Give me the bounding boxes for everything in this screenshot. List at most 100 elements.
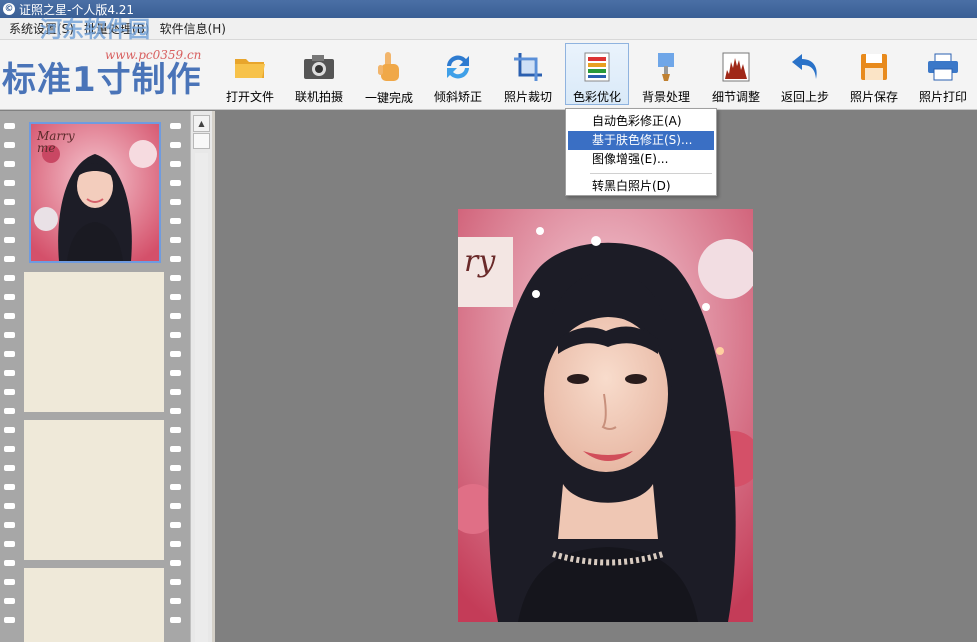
film-sprocket-hole: [4, 199, 15, 205]
film-sprocket-hole: [170, 503, 181, 509]
toolbar: 河东软件园 www.pc0359.cn 标准1寸制作 打开文件 联机拍摄 一键完…: [0, 18, 977, 110]
undo-arrow-icon: [789, 51, 821, 82]
menu-item-enhance[interactable]: 图像增强(E)...: [568, 150, 714, 169]
hand-pointer-icon: [373, 51, 405, 83]
photo-background-text: ry: [464, 244, 496, 279]
film-sprocket-hole: [4, 503, 15, 509]
thumbnail-caption: Marry me: [37, 129, 75, 155]
film-sprocket-hole: [170, 142, 181, 148]
color-optimize-menu: 自动色彩修正(A) 基于肤色修正(S)... 图像增强(E)... 转黑白照片(…: [565, 108, 717, 196]
color-optimize-button[interactable]: 色彩优化: [565, 43, 629, 105]
color-bars-icon: [581, 52, 613, 82]
film-sprocket-hole: [4, 180, 15, 186]
menu-item-skin-tone[interactable]: 基于肤色修正(S)...: [568, 131, 714, 150]
scroll-thumb[interactable]: [193, 133, 210, 149]
film-sprocket-hole: [170, 427, 181, 433]
save-photo-button[interactable]: 照片保存: [842, 43, 906, 105]
main-photo[interactable]: ry: [458, 209, 753, 622]
film-sprocket-hole: [4, 427, 15, 433]
film-sprocket-hole: [4, 161, 15, 167]
thumbnail-selected[interactable]: Marry me: [29, 122, 161, 263]
thumbnail-empty-3[interactable]: [24, 568, 164, 642]
detail-adjust-button[interactable]: 细节调整: [704, 43, 768, 105]
color-optimize-label: 色彩优化: [572, 90, 621, 104]
film-sprocket-hole: [4, 598, 15, 604]
film-sprocket-hole: [4, 275, 15, 281]
film-sprocket-hole: [4, 256, 15, 262]
film-sprocket-hole: [170, 161, 181, 167]
film-sprocket-hole: [170, 180, 181, 186]
film-sprocket-hole: [4, 522, 15, 528]
film-sprocket-hole: [4, 370, 15, 376]
open-file-button[interactable]: 打开文件: [218, 43, 282, 105]
film-sprocket-hole: [4, 446, 15, 452]
film-sprocket-hole: [4, 408, 15, 414]
film-sprocket-hole: [4, 123, 15, 129]
detail-adjust-label: 细节调整: [711, 90, 760, 104]
film-sprocket-hole: [170, 199, 181, 205]
undo-label: 返回上步: [780, 90, 829, 104]
film-sprocket-hole: [4, 351, 15, 357]
tilt-correct-label: 倾斜矫正: [433, 90, 482, 104]
film-sprocket-hole: [4, 484, 15, 490]
menu-item-auto-color[interactable]: 自动色彩修正(A): [568, 112, 714, 131]
floppy-disk-icon: [858, 51, 890, 82]
crop-button[interactable]: 照片裁切: [496, 43, 560, 105]
scroll-track[interactable]: [195, 153, 208, 642]
watermark-text: 河东软件园: [40, 18, 151, 43]
thumbnail-empty-2[interactable]: [24, 420, 164, 560]
undo-button[interactable]: 返回上步: [773, 43, 837, 105]
film-sprocket-hole: [170, 218, 181, 224]
background-button[interactable]: 背景处理: [634, 43, 698, 105]
film-sprocket-hole: [4, 541, 15, 547]
thumbnail-scrollbar[interactable]: ▲: [190, 111, 212, 642]
menu-software-info[interactable]: 软件信息(H): [155, 20, 231, 37]
crop-icon: [512, 51, 544, 82]
one-click-label: 一键完成: [364, 91, 413, 105]
film-sprocket-hole: [4, 389, 15, 395]
film-sprocket-hole: [170, 541, 181, 547]
folder-icon: [234, 51, 266, 82]
film-sprocket-hole: [4, 332, 15, 338]
film-sprocket-hole: [170, 351, 181, 357]
logo-text: 标准1寸制作: [2, 60, 202, 100]
film-sprocket-hole: [170, 389, 181, 395]
film-sprocket-hole: [4, 579, 15, 585]
histogram-icon: [720, 51, 752, 82]
film-sprocket-hole: [170, 408, 181, 414]
film-sprocket-hole: [170, 123, 181, 129]
tilt-correct-button[interactable]: 倾斜矫正: [426, 43, 490, 105]
film-sprocket-hole: [4, 294, 15, 300]
camera-capture-button[interactable]: 联机拍摄: [287, 43, 351, 105]
crop-label: 照片裁切: [503, 90, 552, 104]
film-sprocket-hole: [4, 617, 15, 623]
film-sprocket-hole: [170, 465, 181, 471]
film-sprocket-hole: [170, 484, 181, 490]
save-photo-label: 照片保存: [849, 90, 898, 104]
film-sprocket-hole: [170, 256, 181, 262]
rotate-arrows-icon: [442, 51, 474, 82]
film-sprockets-right: [166, 111, 184, 642]
film-sprocket-hole: [170, 294, 181, 300]
film-sprocket-hole: [4, 237, 15, 243]
brush-icon: [650, 51, 682, 82]
open-file-label: 打开文件: [225, 90, 274, 104]
thumbnail-empty-1[interactable]: [24, 272, 164, 412]
one-click-button[interactable]: 一键完成: [357, 43, 421, 105]
menu-item-grayscale[interactable]: 转黑白照片(D): [568, 177, 714, 196]
film-sprocket-hole: [170, 446, 181, 452]
film-sprockets-left: [0, 111, 18, 642]
background-label: 背景处理: [641, 90, 690, 104]
film-sprocket-hole: [4, 313, 15, 319]
film-sprocket-hole: [170, 579, 181, 585]
printer-icon: [927, 51, 959, 82]
film-sprocket-hole: [170, 332, 181, 338]
film-sprocket-hole: [170, 237, 181, 243]
film-sprocket-hole: [170, 560, 181, 566]
film-sprocket-hole: [170, 313, 181, 319]
thumbnail-strip: Marry me: [0, 111, 190, 642]
app-icon: ©: [3, 3, 15, 15]
camera-capture-label: 联机拍摄: [294, 90, 343, 104]
print-photo-button[interactable]: 照片打印: [911, 43, 975, 105]
scroll-up-arrow-icon[interactable]: ▲: [193, 115, 210, 132]
